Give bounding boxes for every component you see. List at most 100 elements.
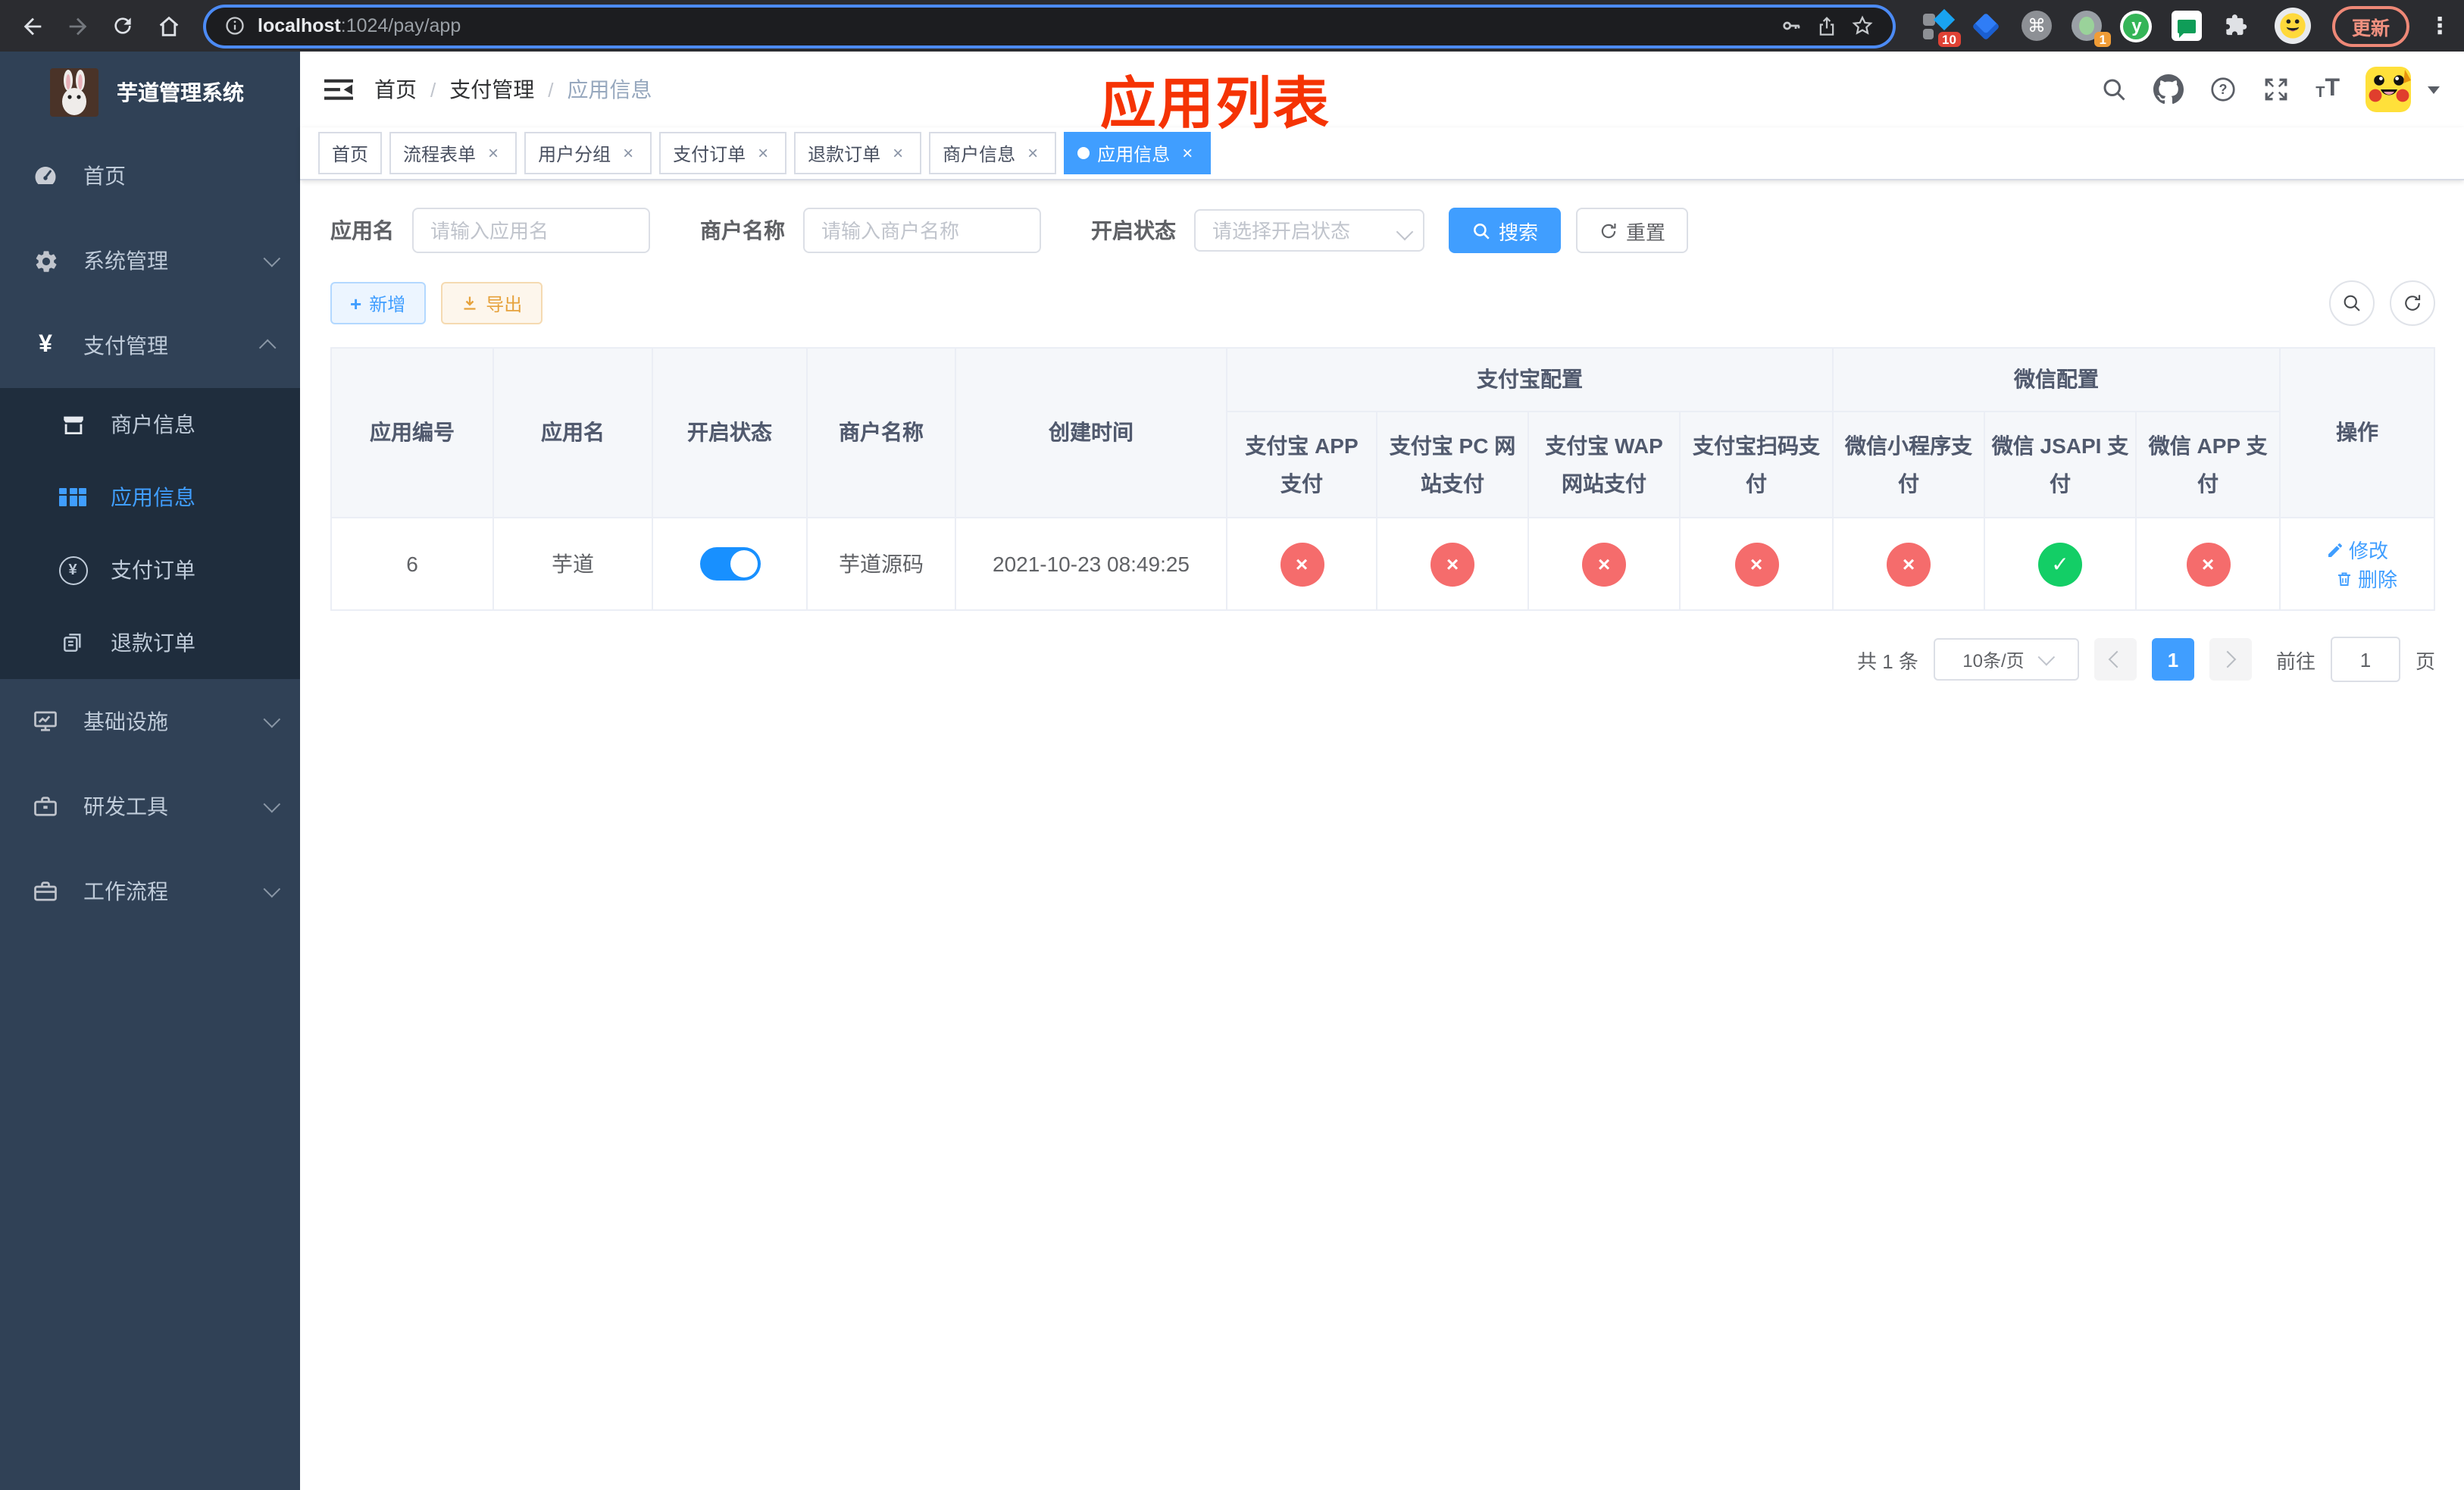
sidebar-item-pay[interactable]: ¥ 支付管理 (0, 303, 300, 388)
sidebar-item-merchant[interactable]: 商户信息 (0, 388, 300, 461)
sidebar-item-pay-order[interactable]: ¥ 支付订单 (0, 534, 300, 606)
tab-process-form[interactable]: 流程表单 × (389, 132, 518, 174)
reset-button[interactable]: 重置 (1576, 208, 1689, 253)
extension-icon-1[interactable]: 10 (1920, 8, 1961, 47)
browser-forward-button[interactable] (58, 6, 97, 45)
extension-icon-6[interactable] (2170, 9, 2203, 42)
tab-home[interactable]: 首页 (318, 132, 383, 174)
table-toolbar: + 新增 导出 (330, 280, 2435, 326)
copy-document-icon (58, 631, 88, 655)
sidebar-item-label: 工作流程 (83, 879, 168, 903)
close-icon[interactable]: × (888, 142, 908, 163)
extension-badge: 10 (1937, 31, 1961, 47)
browser-profile-avatar[interactable] (2274, 8, 2311, 44)
chat-icon (2171, 11, 2202, 41)
status-toggle[interactable] (699, 547, 760, 581)
add-button[interactable]: + 新增 (330, 282, 426, 324)
status-check-icon: ✓ (2038, 542, 2082, 587)
close-icon[interactable]: × (1177, 142, 1197, 163)
breadcrumb-current: 应用信息 (567, 77, 652, 102)
close-icon[interactable]: × (483, 142, 503, 163)
logo-avatar (50, 68, 98, 117)
browser-reload-button[interactable] (103, 6, 142, 45)
sidebar-item-label: 系统管理 (83, 249, 168, 273)
update-button[interactable]: 更新 (2331, 5, 2409, 46)
help-icon[interactable]: ? (2209, 76, 2237, 103)
tab-merchant-info[interactable]: 商户信息 × (929, 132, 1057, 174)
breadcrumb-home[interactable]: 首页 (374, 74, 417, 105)
back-icon (23, 17, 41, 35)
extension-icon-2[interactable] (1970, 9, 2003, 42)
extension-icon-3[interactable]: ⌘ (2020, 9, 2053, 42)
chevron-down-icon (263, 795, 281, 813)
status-cross-icon: × (1887, 542, 1931, 587)
hamburger-icon (324, 79, 353, 100)
url-bar[interactable]: localhost:1024/pay/app (206, 7, 1893, 45)
sidebar-item-label: 支付管理 (83, 333, 168, 358)
sidebar-item-dev-tools[interactable]: 研发工具 (0, 764, 300, 849)
sidebar-item-refund-order[interactable]: 退款订单 (0, 606, 300, 679)
sidebar: 芋道管理系统 首页 系统管理 ¥ 支付管理 商户信息 应用信息 ¥ 支付订单 退… (0, 52, 300, 1490)
open-status-select[interactable] (1194, 209, 1424, 252)
user-avatar[interactable] (2366, 67, 2411, 112)
key-icon[interactable] (1779, 14, 1803, 38)
sidebar-item-label: 商户信息 (111, 412, 195, 437)
extension-icon-5[interactable]: y (2120, 9, 2153, 42)
col-header-wx-jsapi: 微信 JSAPI 支付 (1984, 411, 2137, 519)
extension-glyph (1922, 29, 1934, 39)
close-icon[interactable]: × (1023, 142, 1043, 163)
github-icon[interactable] (2153, 74, 2184, 105)
col-header-alipay-pc: 支付宝 PC 网站支付 (1376, 411, 1529, 519)
grid-icon (58, 487, 88, 507)
sidebar-item-system[interactable]: 系统管理 (0, 218, 300, 303)
refresh-table-button[interactable] (2390, 280, 2435, 326)
delete-link[interactable]: 删除 (2335, 564, 2397, 593)
bookmark-star-icon[interactable] (1850, 14, 1875, 38)
breadcrumb-pay[interactable]: 支付管理 (449, 74, 534, 105)
close-icon[interactable]: × (618, 142, 638, 163)
extensions-menu-icon[interactable] (2220, 9, 2253, 42)
open-status-select-input[interactable] (1194, 209, 1424, 252)
merchant-name-input[interactable] (803, 208, 1041, 253)
page-1-button[interactable]: 1 (2151, 638, 2194, 681)
chevron-right-icon (2219, 651, 2237, 668)
sidebar-item-workflow[interactable]: 工作流程 (0, 849, 300, 934)
fullscreen-icon[interactable] (2262, 76, 2290, 103)
breadcrumb-separator: / (548, 78, 554, 101)
open-status-label: 开启状态 (1091, 218, 1176, 243)
tab-user-group[interactable]: 用户分组 × (524, 132, 652, 174)
edit-link[interactable]: 修改 (2326, 535, 2388, 564)
search-icon (2344, 295, 2360, 311)
extension-icon-4[interactable]: 1 (2070, 9, 2111, 47)
goto-unit: 页 (2415, 650, 2435, 673)
app-name-input[interactable] (412, 208, 650, 253)
browser-menu-icon[interactable]: ⋮ (2428, 12, 2452, 39)
app-logo[interactable]: 芋道管理系统 (0, 52, 300, 133)
sidebar-item-home[interactable]: 首页 (0, 133, 300, 218)
share-icon[interactable] (1815, 14, 1838, 37)
search-icon[interactable] (2100, 76, 2128, 103)
briefcase-icon (30, 878, 61, 905)
caret-down-icon[interactable] (2428, 86, 2440, 93)
next-page-button[interactable] (2209, 638, 2252, 681)
sidebar-item-app[interactable]: 应用信息 (0, 461, 300, 534)
font-size-icon[interactable]: TT (2315, 77, 2340, 102)
close-icon[interactable]: × (753, 142, 773, 163)
browser-home-button[interactable] (149, 6, 188, 45)
info-icon[interactable] (224, 15, 245, 36)
sidebar-item-infra[interactable]: 基础设施 (0, 679, 300, 764)
search-button[interactable]: 搜索 (1449, 208, 1562, 253)
browser-back-button[interactable] (12, 6, 52, 45)
tab-refund-order[interactable]: 退款订单 × (794, 132, 922, 174)
show-search-button[interactable] (2329, 280, 2375, 326)
tab-pay-order[interactable]: 支付订单 × (659, 132, 787, 174)
prev-page-button[interactable] (2093, 638, 2137, 681)
export-button[interactable]: 导出 (440, 282, 543, 324)
page-size-select[interactable]: 10条/页 (1933, 638, 2079, 681)
command-icon: ⌘ (2021, 11, 2052, 41)
hamburger-button[interactable] (324, 77, 353, 102)
goto-page-input[interactable] (2330, 637, 2400, 683)
sidebar-item-label: 研发工具 (83, 794, 168, 819)
app-title: 芋道管理系统 (117, 80, 244, 105)
app-shell: 芋道管理系统 首页 系统管理 ¥ 支付管理 商户信息 应用信息 ¥ 支付订单 退… (0, 52, 2464, 1490)
